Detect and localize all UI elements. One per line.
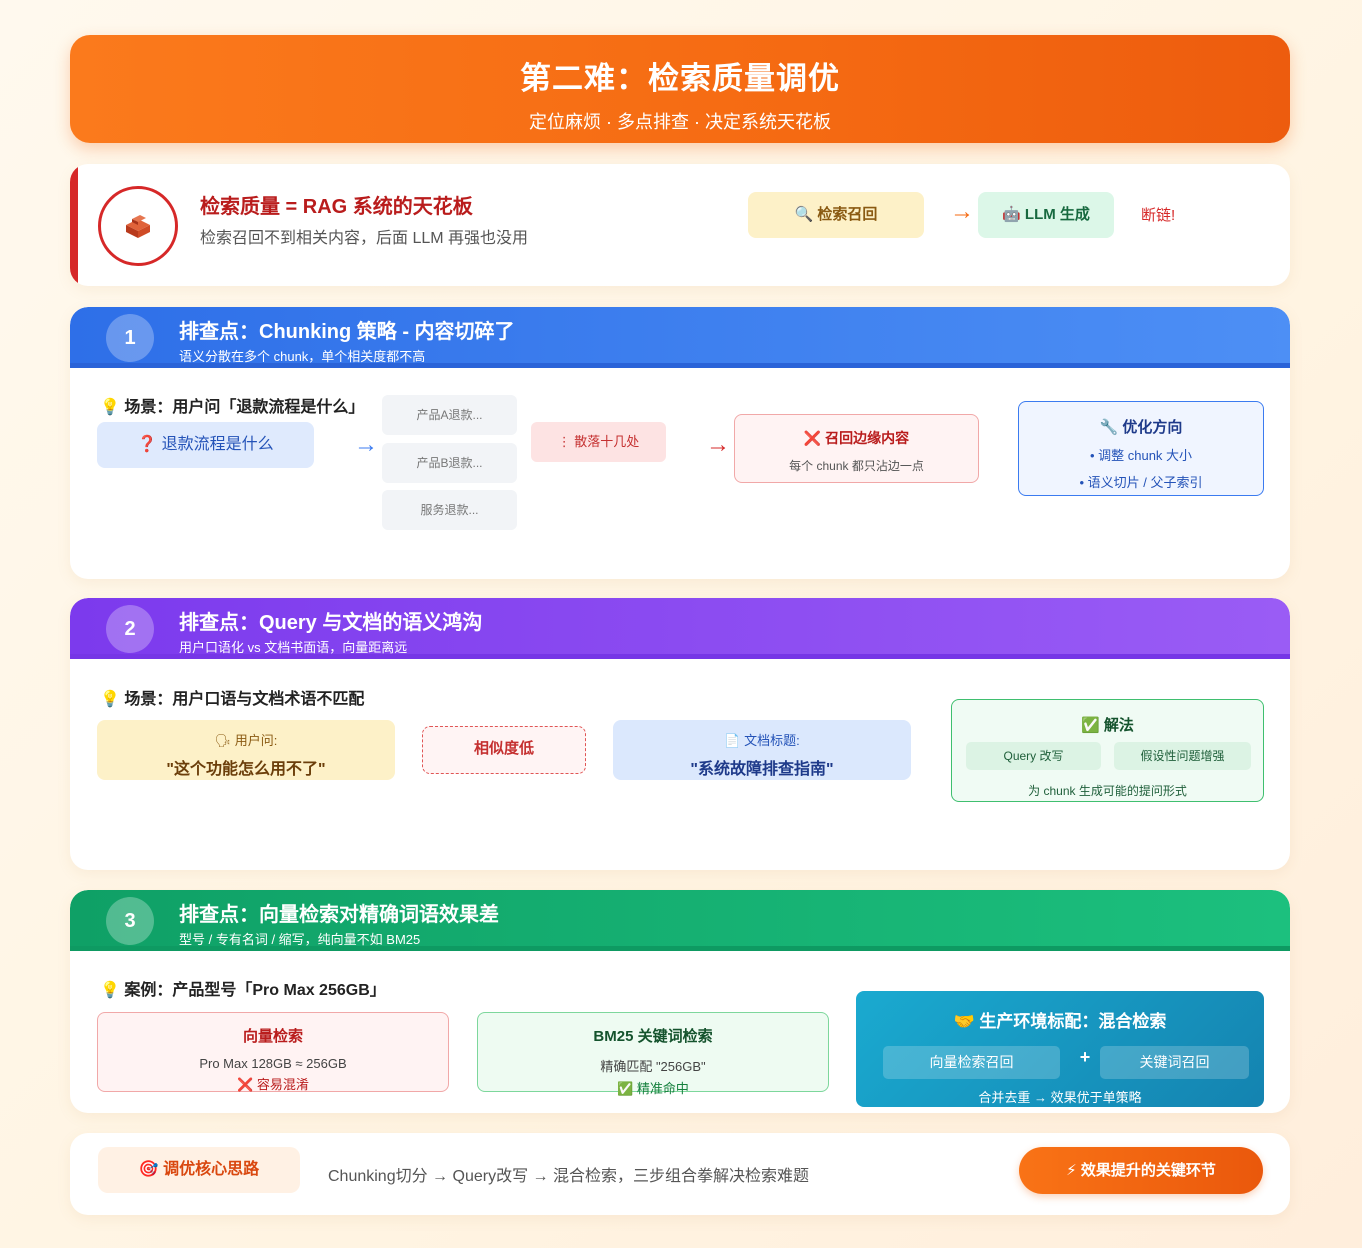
section-header: 1 排查点：Chunking 策略 - 内容切碎了 语义分散在多个 chunk，… (70, 307, 1290, 368)
user-query-box: 🗣 用户问: "这个功能怎么用不了" (97, 720, 395, 780)
question-box: ❓ 退款流程是什么 (97, 422, 314, 468)
vector-search-box: 向量检索 Pro Max 128GB ≈ 256GB ❌ 容易混淆 (97, 1012, 449, 1092)
fix-title: 🔧 优化方向 (1099, 419, 1183, 436)
flow-arrow: → (950, 198, 974, 225)
user-query-text: "这个功能怎么用不了" (166, 761, 326, 778)
doc-title-text: "系统故障排查指南" (690, 761, 834, 778)
section-number: 3 (106, 897, 154, 945)
section-number: 2 (106, 605, 154, 653)
bm25-line: 精确匹配 "256GB" (600, 1059, 706, 1074)
similarity-badge: 相似度低 (422, 726, 586, 774)
vector-title: 向量检索 (242, 1028, 303, 1045)
user-query-label: 🗣 用户问: (214, 733, 278, 748)
vector-result: ❌ 容易混淆 (237, 1077, 309, 1092)
intro-heading: 检索质量 = RAG 系统的天花板 (200, 196, 473, 218)
bm25-box: BM25 关键词检索 精确匹配 "256GB" ✅ 精准命中 (477, 1012, 829, 1096)
brick-icon (126, 215, 150, 238)
scene-label: 💡 案例：产品型号「Pro Max 256GB」 (100, 982, 386, 999)
intro-accent-bar (70, 164, 78, 286)
vector-line: Pro Max 128GB ≈ 256GB (199, 1056, 347, 1071)
doc-title-label: 📄 文档标题: (724, 733, 800, 748)
scene-label: 💡 场景：用户问「退款流程是什么」 (100, 399, 365, 416)
solution-tag: 假设性问题增强 (1114, 742, 1251, 770)
section-title: 排查点：向量检索对精确词语效果差 (179, 904, 499, 926)
bm25-title: BM25 关键词检索 (593, 1028, 713, 1045)
arrow-right-icon: → (706, 431, 730, 458)
fix-box: 🔧 优化方向 • 调整 chunk 大小 • 语义切片 / 父子索引 (1018, 401, 1264, 496)
scattered-badge: ⋮ 散落十几处 (531, 422, 666, 462)
bm25-result: ✅ 精准命中 (617, 1081, 689, 1096)
section-chunking: 1 排查点：Chunking 策略 - 内容切碎了 语义分散在多个 chunk，… (70, 307, 1290, 579)
hybrid-title: 🤝 生产环境标配：混合检索 (953, 1012, 1167, 1031)
solution-desc: 为 chunk 生成可能的提问形式 (1028, 784, 1187, 798)
scene-label: 💡 场景：用户口语与文档术语不匹配 (100, 691, 365, 708)
broken-chain-label: 断链! (1141, 207, 1176, 224)
solution-tag: Query 改写 (966, 742, 1101, 770)
section-exact-match: 3 排查点：向量检索对精确词语效果差 型号 / 专有名词 / 缩写，纯向量不如 … (70, 890, 1290, 1113)
chunk-item: 服务退款... (382, 490, 517, 530)
section-divider (70, 946, 1290, 951)
hybrid-right-tag: 关键词召回 (1100, 1046, 1249, 1079)
solution-title: ✅ 解法 (1081, 717, 1134, 734)
fix-item: • 语义切片 / 父子索引 (1079, 475, 1203, 490)
summary-card: 🎯 调优核心思路 Chunking切分 → Query改写 → 混合检索，三步组… (70, 1133, 1290, 1215)
section-divider (70, 363, 1290, 368)
result-box: ❌ 召回边缘内容 每个 chunk 都只沾边一点 (734, 414, 979, 483)
result-title: ❌ 召回边缘内容 (803, 430, 910, 446)
arrow-right-icon: → (354, 431, 378, 458)
page-banner: 第二难：检索质量调优 定位麻烦 · 多点排查 · 决定系统天花板 (70, 35, 1290, 143)
page-title: 第二难：检索质量调优 (520, 61, 840, 96)
section-title: 排查点：Query 与文档的语义鸿沟 (179, 612, 483, 634)
solution-box: ✅ 解法 Query 改写 假设性问题增强 为 chunk 生成可能的提问形式 (951, 699, 1264, 802)
brick-icon-circle (98, 186, 178, 266)
page-subtitle: 定位麻烦 · 多点排查 · 决定系统天花板 (529, 112, 831, 132)
section-divider (70, 654, 1290, 659)
intro-description: 检索召回不到相关内容，后面 LLM 再强也没用 (200, 230, 529, 247)
section-header: 3 排查点：向量检索对精确词语效果差 型号 / 专有名词 / 缩写，纯向量不如 … (70, 890, 1290, 951)
flow-retrieve-pill: 🔍 检索召回 (748, 192, 924, 238)
hybrid-left-tag: 向量检索召回 (883, 1046, 1060, 1079)
result-desc: 每个 chunk 都只沾边一点 (789, 459, 924, 473)
fix-item: • 调整 chunk 大小 (1089, 448, 1193, 463)
chunk-item: 产品B退款... (382, 443, 517, 483)
summary-label: 🎯 调优核心思路 (98, 1147, 300, 1193)
flow-llm-pill: 🤖 LLM 生成 (978, 192, 1114, 238)
section-number: 1 (106, 314, 154, 362)
section-semantic-gap: 2 排查点：Query 与文档的语义鸿沟 用户口语化 vs 文档书面语，向量距离… (70, 598, 1290, 870)
doc-title-box: 📄 文档标题: "系统故障排查指南" (613, 720, 911, 780)
chunk-item: 产品A退款... (382, 395, 517, 435)
key-step-button[interactable]: ⚡ 效果提升的关键环节 (1019, 1147, 1263, 1194)
summary-text: Chunking切分 → Query改写 → 混合检索，三步组合拳解决检索难题 (328, 1168, 809, 1185)
hybrid-box: 🤝 生产环境标配：混合检索 向量检索召回 + 关键词召回 合并去重 → 效果优于… (856, 991, 1264, 1107)
plus-icon: + (1079, 1047, 1091, 1067)
hybrid-desc: 合并去重 → 效果优于单策略 (978, 1090, 1142, 1105)
section-title: 排查点：Chunking 策略 - 内容切碎了 (179, 321, 515, 343)
section-header: 2 排查点：Query 与文档的语义鸿沟 用户口语化 vs 文档书面语，向量距离… (70, 598, 1290, 659)
